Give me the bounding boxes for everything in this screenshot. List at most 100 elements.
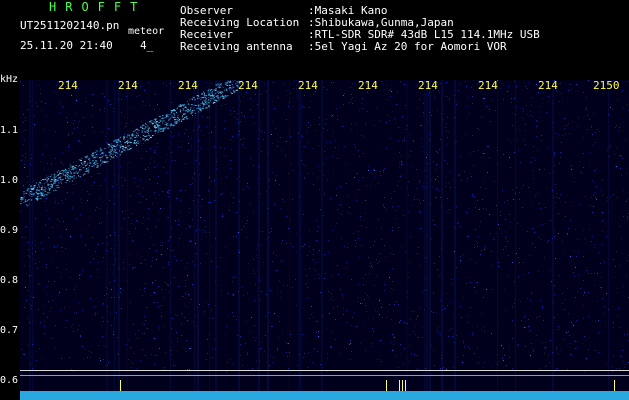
meteor-trace-dot [210,91,212,93]
noise-dot [369,273,370,274]
noise-dot [512,305,513,306]
noise-dot [492,367,493,368]
noise-dot [476,291,477,292]
noise-dot [566,157,567,158]
noise-dot [337,209,338,210]
noise-dot [282,240,283,241]
noise-dot [102,336,103,337]
noise-dot [343,297,344,298]
noise-dot [531,162,532,163]
hrofft-window: HROFFT UT2511202140.pn meteor 25.11.20 2… [0,0,629,400]
meteor-trace-dot [198,98,200,99]
noise-dot [333,169,334,170]
noise-dot [368,297,369,298]
noise-dot [586,270,587,271]
noise-dot [107,365,108,366]
noise-dot [330,142,331,143]
meteor-trace-dot [232,80,234,82]
noise-dot [183,296,184,297]
noise-dot [32,248,33,249]
noise-dot [466,212,467,213]
noise-dot [446,183,447,184]
meteor-trace-dot [124,147,127,148]
meteor-trace-dot [74,167,76,169]
noise-dot [531,343,532,344]
noise-dot [152,282,153,283]
noise-band [429,80,431,400]
noise-dot [327,89,328,90]
meteor-trace-dot [30,188,33,189]
noise-dot [32,253,33,254]
noise-dot [546,112,547,113]
noise-dot [532,228,533,229]
noise-dot [29,322,30,323]
noise-dot [428,121,429,122]
noise-dot [87,173,88,174]
noise-dot [27,182,28,183]
noise-dot [367,295,368,296]
meteor-trace-dot [114,145,117,147]
meteor-trace-dot [59,171,61,173]
meteor-trace-dot [92,152,95,154]
meteor-trace-dot [50,186,52,188]
noise-dot [308,297,309,298]
noise-dot [226,176,227,177]
noise-dot [47,317,48,318]
noise-dot [24,164,25,165]
noise-dot [419,200,420,201]
meteor-trace-dot [228,87,230,89]
meteor-trace-dot [188,110,190,112]
noise-dot [384,290,385,291]
meteor-trace-dot [177,115,179,117]
noise-dot [314,348,315,349]
meteor-trace-dot [178,120,180,122]
noise-dot [172,136,173,137]
noise-dot [389,120,390,121]
noise-dot [306,275,307,276]
noise-dot [208,202,209,203]
noise-dot [171,132,172,133]
noise-dot [268,237,269,238]
noise-dot [199,125,200,126]
meteor-trace-dot [99,147,101,149]
noise-dot [202,199,203,200]
noise-dot [154,93,155,94]
noise-dot [598,332,599,333]
noise-dot [133,353,134,354]
meteor-trace-dot [45,187,47,189]
noise-dot [147,228,148,229]
noise-dot [39,348,40,349]
meteor-trace-dot [36,189,38,191]
noise-dot [233,202,234,203]
noise-dot [433,186,434,187]
meteor-trace-dot [167,123,169,125]
meteor-trace-dot [109,149,111,151]
meteor-trace-dot [129,137,132,139]
noise-dot [117,294,118,295]
meteor-trace-dot [37,189,39,191]
meteor-trace-dot [116,144,118,146]
meteor-trace-dot [191,115,193,116]
noise-dot [418,368,419,369]
noise-dot [212,317,213,318]
meteor-trace-dot [144,126,146,128]
noise-dot [558,353,559,354]
meteor-trace-dot [153,134,155,136]
noise-dot [554,165,555,166]
noise-dot [517,131,518,132]
noise-dot [297,97,298,98]
noise-dot [97,269,98,270]
noise-dot [239,97,240,98]
noise-dot [466,283,467,284]
meteor-trace-dot [186,116,187,117]
meteor-trace-dot [57,186,60,188]
noise-dot [615,127,616,128]
noise-band [454,80,456,400]
meteor-trace-dot [26,193,28,194]
noise-dot [25,153,26,154]
noise-dot [313,254,314,255]
meteor-trace-dot [176,112,177,114]
noise-dot [552,352,553,353]
noise-dot [148,167,149,168]
noise-dot [294,80,295,81]
